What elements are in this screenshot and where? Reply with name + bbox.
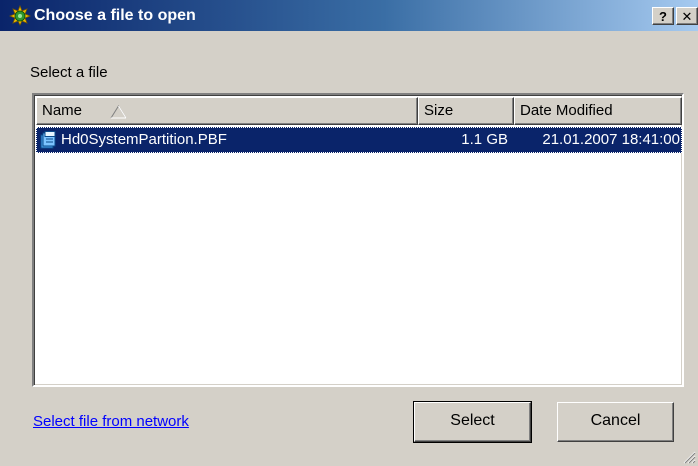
file-name: Hd0SystemPartition.PBF (61, 131, 227, 148)
column-header-name[interactable]: Name (36, 97, 418, 125)
cancel-button[interactable]: Cancel (557, 402, 674, 442)
file-list[interactable]: Name Size Date Modified Hd0SystemPartiti… (32, 93, 684, 387)
help-button[interactable]: ? (652, 7, 674, 25)
close-button[interactable]: ✕ (676, 7, 698, 25)
select-file-from-network-link[interactable]: Select file from network (33, 413, 189, 431)
resize-grip-icon[interactable] (682, 450, 696, 464)
title-bar[interactable]: Choose a file to open ? ✕ (0, 0, 698, 31)
column-header-size[interactable]: Size (418, 97, 514, 125)
column-header-date-modified[interactable]: Date Modified (514, 97, 682, 125)
select-file-label: Select a file (30, 64, 108, 81)
file-date-modified: 21.01.2007 18:41:00 (542, 131, 680, 148)
select-button[interactable]: Select (413, 401, 532, 443)
window-title: Choose a file to open (34, 7, 196, 24)
sort-ascending-icon (110, 105, 127, 119)
file-row[interactable]: Hd0SystemPartition.PBF 1.1 GB 21.01.2007… (36, 127, 682, 153)
column-headers: Name Size Date Modified (36, 97, 682, 125)
file-icon (40, 131, 56, 149)
file-size: 1.1 GB (461, 131, 508, 148)
app-icon (9, 5, 31, 26)
column-header-name-label: Name (42, 102, 83, 119)
